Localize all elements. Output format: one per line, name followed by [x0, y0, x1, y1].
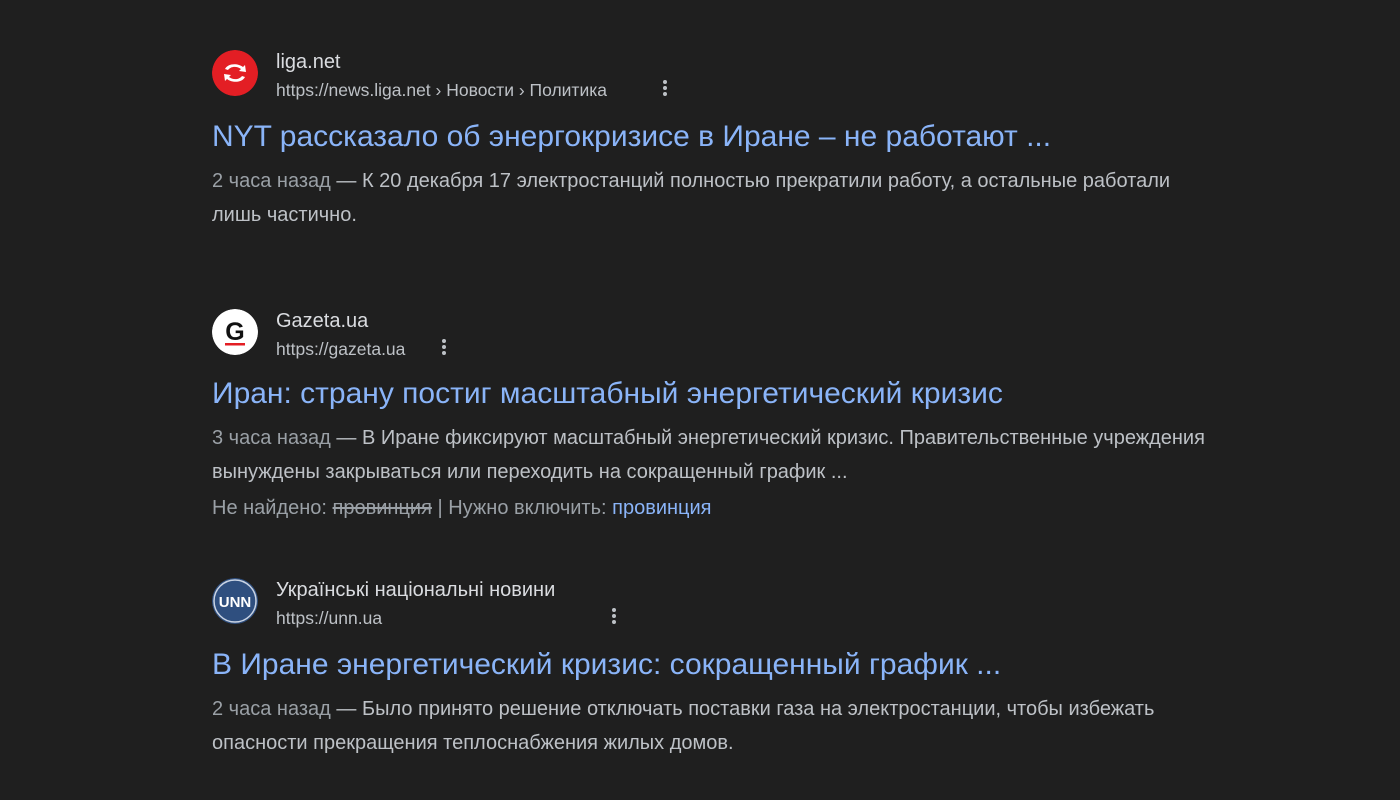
missing-term: провинция [332, 497, 432, 519]
unn-logo-icon: UNN [212, 578, 258, 624]
liga-logo-icon [212, 50, 258, 96]
site-url: https://gazeta.ua [276, 339, 406, 359]
result-title-link[interactable]: В Иране энергетический кризис: сокращенн… [212, 647, 1001, 683]
result-snippet: 2 часа назад — К 20 декабря 17 электрост… [212, 164, 1212, 232]
result-source[interactable]: UNN Українські національні новини https:… [212, 578, 1212, 636]
search-result: UNN Українські національні новини https:… [212, 578, 1212, 754]
svg-text:G: G [225, 318, 244, 346]
more-options-icon[interactable] [435, 337, 453, 361]
site-url: https://unn.ua [276, 608, 383, 628]
result-snippet: 2 часа назад — Было принято решение откл… [212, 692, 1212, 760]
result-source[interactable]: G Gazeta.ua https://gazeta.ua [212, 309, 1212, 367]
result-date: 3 часа назад [212, 427, 331, 449]
site-name: liga.net [276, 51, 341, 73]
more-options-icon[interactable] [656, 78, 674, 102]
result-date: 2 часа назад [212, 170, 331, 192]
search-result: liga.net https://news.liga.net › Новости… [212, 50, 1212, 226]
must-include-link[interactable]: провинция [612, 497, 711, 519]
unn-logo-text: UNN [219, 594, 252, 611]
site-name: Українські національні новини [276, 579, 556, 601]
missing-terms: Не найдено: провинция | Нужно включить: … [212, 495, 712, 521]
more-options-icon[interactable] [605, 606, 623, 630]
result-source[interactable]: liga.net https://news.liga.net › Новости… [212, 50, 1212, 108]
snippet-separator: — [330, 170, 362, 192]
missing-divider: | [431, 497, 449, 519]
search-result: G Gazeta.ua https://gazeta.ua Иран: стра… [212, 309, 1212, 519]
snippet-separator: — [330, 427, 362, 449]
snippet-separator: — [330, 698, 362, 720]
must-include-label: Нужно включить: [448, 497, 613, 519]
missing-label: Не найдено: [212, 497, 333, 519]
result-title-link[interactable]: NYT рассказало об энергокризисе в Иране … [212, 119, 1051, 155]
result-date: 2 часа назад [212, 698, 331, 720]
result-title-link[interactable]: Иран: страну постиг масштабный энергетич… [212, 376, 1003, 412]
gazeta-logo-icon: G [212, 309, 258, 355]
site-url: https://news.liga.net › Новости › Полити… [276, 80, 607, 100]
result-snippet: 3 часа назад — В Иране фиксируют масштаб… [212, 421, 1212, 489]
site-name: Gazeta.ua [276, 310, 369, 332]
